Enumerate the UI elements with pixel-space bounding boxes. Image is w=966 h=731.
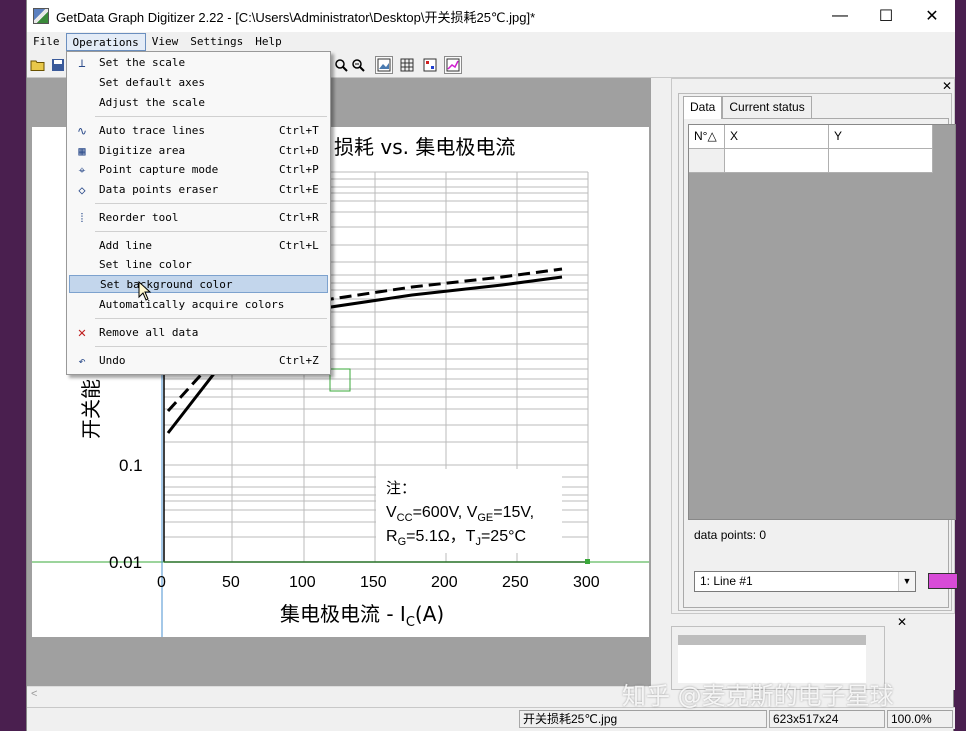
graph-ylabel: 开关能 xyxy=(79,379,103,439)
menu-item-reorder-tool[interactable]: ⁞ Reorder tool Ctrl+R xyxy=(69,209,328,227)
menu-separator xyxy=(95,116,327,117)
data-grid[interactable]: N°△ X Y xyxy=(688,124,956,520)
column-header-y[interactable]: Y xyxy=(829,125,933,149)
zoom-out-icon[interactable] xyxy=(349,56,367,74)
menu-item-remove-all-data[interactable]: ✕ Remove all data xyxy=(69,324,328,342)
x-tick-100: 100 xyxy=(289,574,316,591)
menu-item-set-default-axes[interactable]: Set default axes xyxy=(69,74,328,92)
menu-bar: File Operations View Settings Help xyxy=(27,32,955,52)
graph-xlabel: 集电极电流 - IC(A) xyxy=(280,602,444,630)
zoom-in-icon[interactable] xyxy=(332,56,350,74)
tab-data[interactable]: Data xyxy=(683,96,723,119)
y-cell[interactable] xyxy=(829,149,933,173)
line-select-value: 1: Line #1 xyxy=(700,574,753,588)
grid-icon[interactable] xyxy=(398,56,416,74)
menu-view[interactable]: View xyxy=(146,33,185,51)
line-view-icon[interactable] xyxy=(444,56,462,74)
menu-item-automatically-acquire-colors[interactable]: Automatically acquire colors xyxy=(69,296,328,314)
trace-icon: ∿ xyxy=(76,124,88,138)
menu-item-set-the-scale[interactable]: ⊥ Set the scale xyxy=(69,54,328,72)
menu-item-data-points-eraser[interactable]: ◇ Data points eraser Ctrl+E xyxy=(69,181,328,199)
menu-settings[interactable]: Settings xyxy=(184,33,249,51)
x-tick-300: 300 xyxy=(573,574,600,591)
menu-item-digitize-area[interactable]: ▦ Digitize area Ctrl+D xyxy=(69,142,328,160)
tab-body: N°△ X Y data points: 0 1: Line #1 ▼ xyxy=(683,118,958,608)
menu-separator xyxy=(95,318,327,319)
row-number-cell[interactable] xyxy=(689,149,725,173)
menu-item-set-background-color[interactable]: Set background color xyxy=(69,275,328,293)
dock-inner: Data Current status N°△ X Y data points:… xyxy=(678,93,958,611)
scroll-left-icon[interactable]: < xyxy=(31,688,37,700)
line-select[interactable]: 1: Line #1 ▼ xyxy=(694,571,916,592)
close-icon[interactable]: ✕ xyxy=(897,615,907,629)
y-tick-0-1: 0.1 xyxy=(119,456,143,475)
menu-help[interactable]: Help xyxy=(249,33,288,51)
column-header-number[interactable]: N°△ xyxy=(689,125,725,149)
open-folder-icon[interactable] xyxy=(29,56,47,74)
menu-item-point-capture-mode[interactable]: ⌖ Point capture mode Ctrl+P xyxy=(69,161,328,179)
operations-dropdown-menu: ⊥ Set the scale Set default axes Adjust … xyxy=(66,51,331,375)
axes-icon: ⊥ xyxy=(78,56,86,70)
title-bar: GetData Graph Digitizer 2.22 - [C:\Users… xyxy=(27,0,955,32)
grid-header: N°△ X Y xyxy=(689,125,933,149)
menu-separator xyxy=(95,203,327,204)
x-tick-250: 250 xyxy=(502,574,529,591)
x-cell[interactable] xyxy=(725,149,829,173)
reorder-icon: ⁞ xyxy=(78,211,86,225)
menu-separator xyxy=(95,346,327,347)
crosshair-icon: ⌖ xyxy=(78,163,86,177)
window-title: GetData Graph Digitizer 2.22 - [C:\Users… xyxy=(56,9,536,25)
menu-item-set-line-color[interactable]: Set line color xyxy=(69,256,328,274)
undo-icon: ↶ xyxy=(78,354,86,368)
horizontal-scrollbar[interactable]: < xyxy=(27,686,651,703)
menu-item-auto-trace-lines[interactable]: ∿ Auto trace lines Ctrl+T xyxy=(69,122,328,140)
line-color-swatch[interactable] xyxy=(928,573,958,589)
tab-current-status[interactable]: Current status xyxy=(722,96,812,118)
minimize-button[interactable]: — xyxy=(817,0,863,32)
eraser-icon: ◇ xyxy=(78,183,86,197)
app-icon xyxy=(33,8,49,24)
close-button[interactable]: ✕ xyxy=(909,0,955,32)
status-filename: 开关损耗25℃.jpg xyxy=(519,710,767,728)
preview-bar xyxy=(678,635,866,645)
column-header-x[interactable]: X xyxy=(725,125,829,149)
points-icon[interactable] xyxy=(421,56,439,74)
mouse-cursor-icon xyxy=(138,281,152,301)
status-zoom: 100.0% xyxy=(887,710,953,728)
x-tick-0: 0 xyxy=(157,574,166,591)
maximize-button[interactable]: ☐ xyxy=(863,0,909,32)
y-tick-0-01: 0.01 xyxy=(109,553,142,572)
chevron-down-icon[interactable]: ▼ xyxy=(898,572,915,591)
data-points-count: data points: 0 xyxy=(694,528,767,542)
x-tick-200: 200 xyxy=(431,574,458,591)
save-icon[interactable] xyxy=(49,56,67,74)
dock-tabs: Data Current status xyxy=(683,96,812,119)
menu-separator xyxy=(95,231,327,232)
watermark: 知乎 @麦克斯的电子星球 xyxy=(622,682,894,710)
menu-operations[interactable]: Operations xyxy=(65,33,146,51)
x-tick-150: 150 xyxy=(360,574,387,591)
menu-item-add-line[interactable]: Add line Ctrl+L xyxy=(69,237,328,255)
table-row[interactable] xyxy=(689,149,933,173)
x-tick-50: 50 xyxy=(222,574,240,591)
menu-item-undo[interactable]: ↶ Undo Ctrl+Z xyxy=(69,352,328,370)
data-dock-panel: ✕ Data Current status N°△ X Y data point… xyxy=(671,78,958,614)
close-icon[interactable]: ✕ xyxy=(942,79,952,93)
area-icon: ▦ xyxy=(78,144,86,158)
graph-title: 损耗 vs. 集电极电流 xyxy=(334,135,515,159)
window-controls: — ☐ ✕ xyxy=(817,0,955,32)
remove-icon: ✕ xyxy=(77,325,87,341)
image-view-icon[interactable] xyxy=(375,56,393,74)
menu-item-adjust-the-scale[interactable]: Adjust the scale xyxy=(69,94,328,112)
note-title: 注： xyxy=(386,479,416,497)
status-image-size: 623x517x24 xyxy=(769,710,885,728)
menu-file[interactable]: File xyxy=(27,33,66,51)
